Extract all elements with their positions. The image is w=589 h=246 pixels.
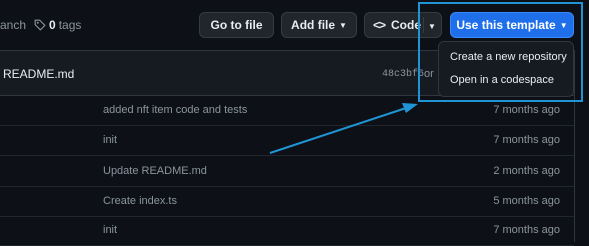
annotation-arrow xyxy=(269,103,418,154)
